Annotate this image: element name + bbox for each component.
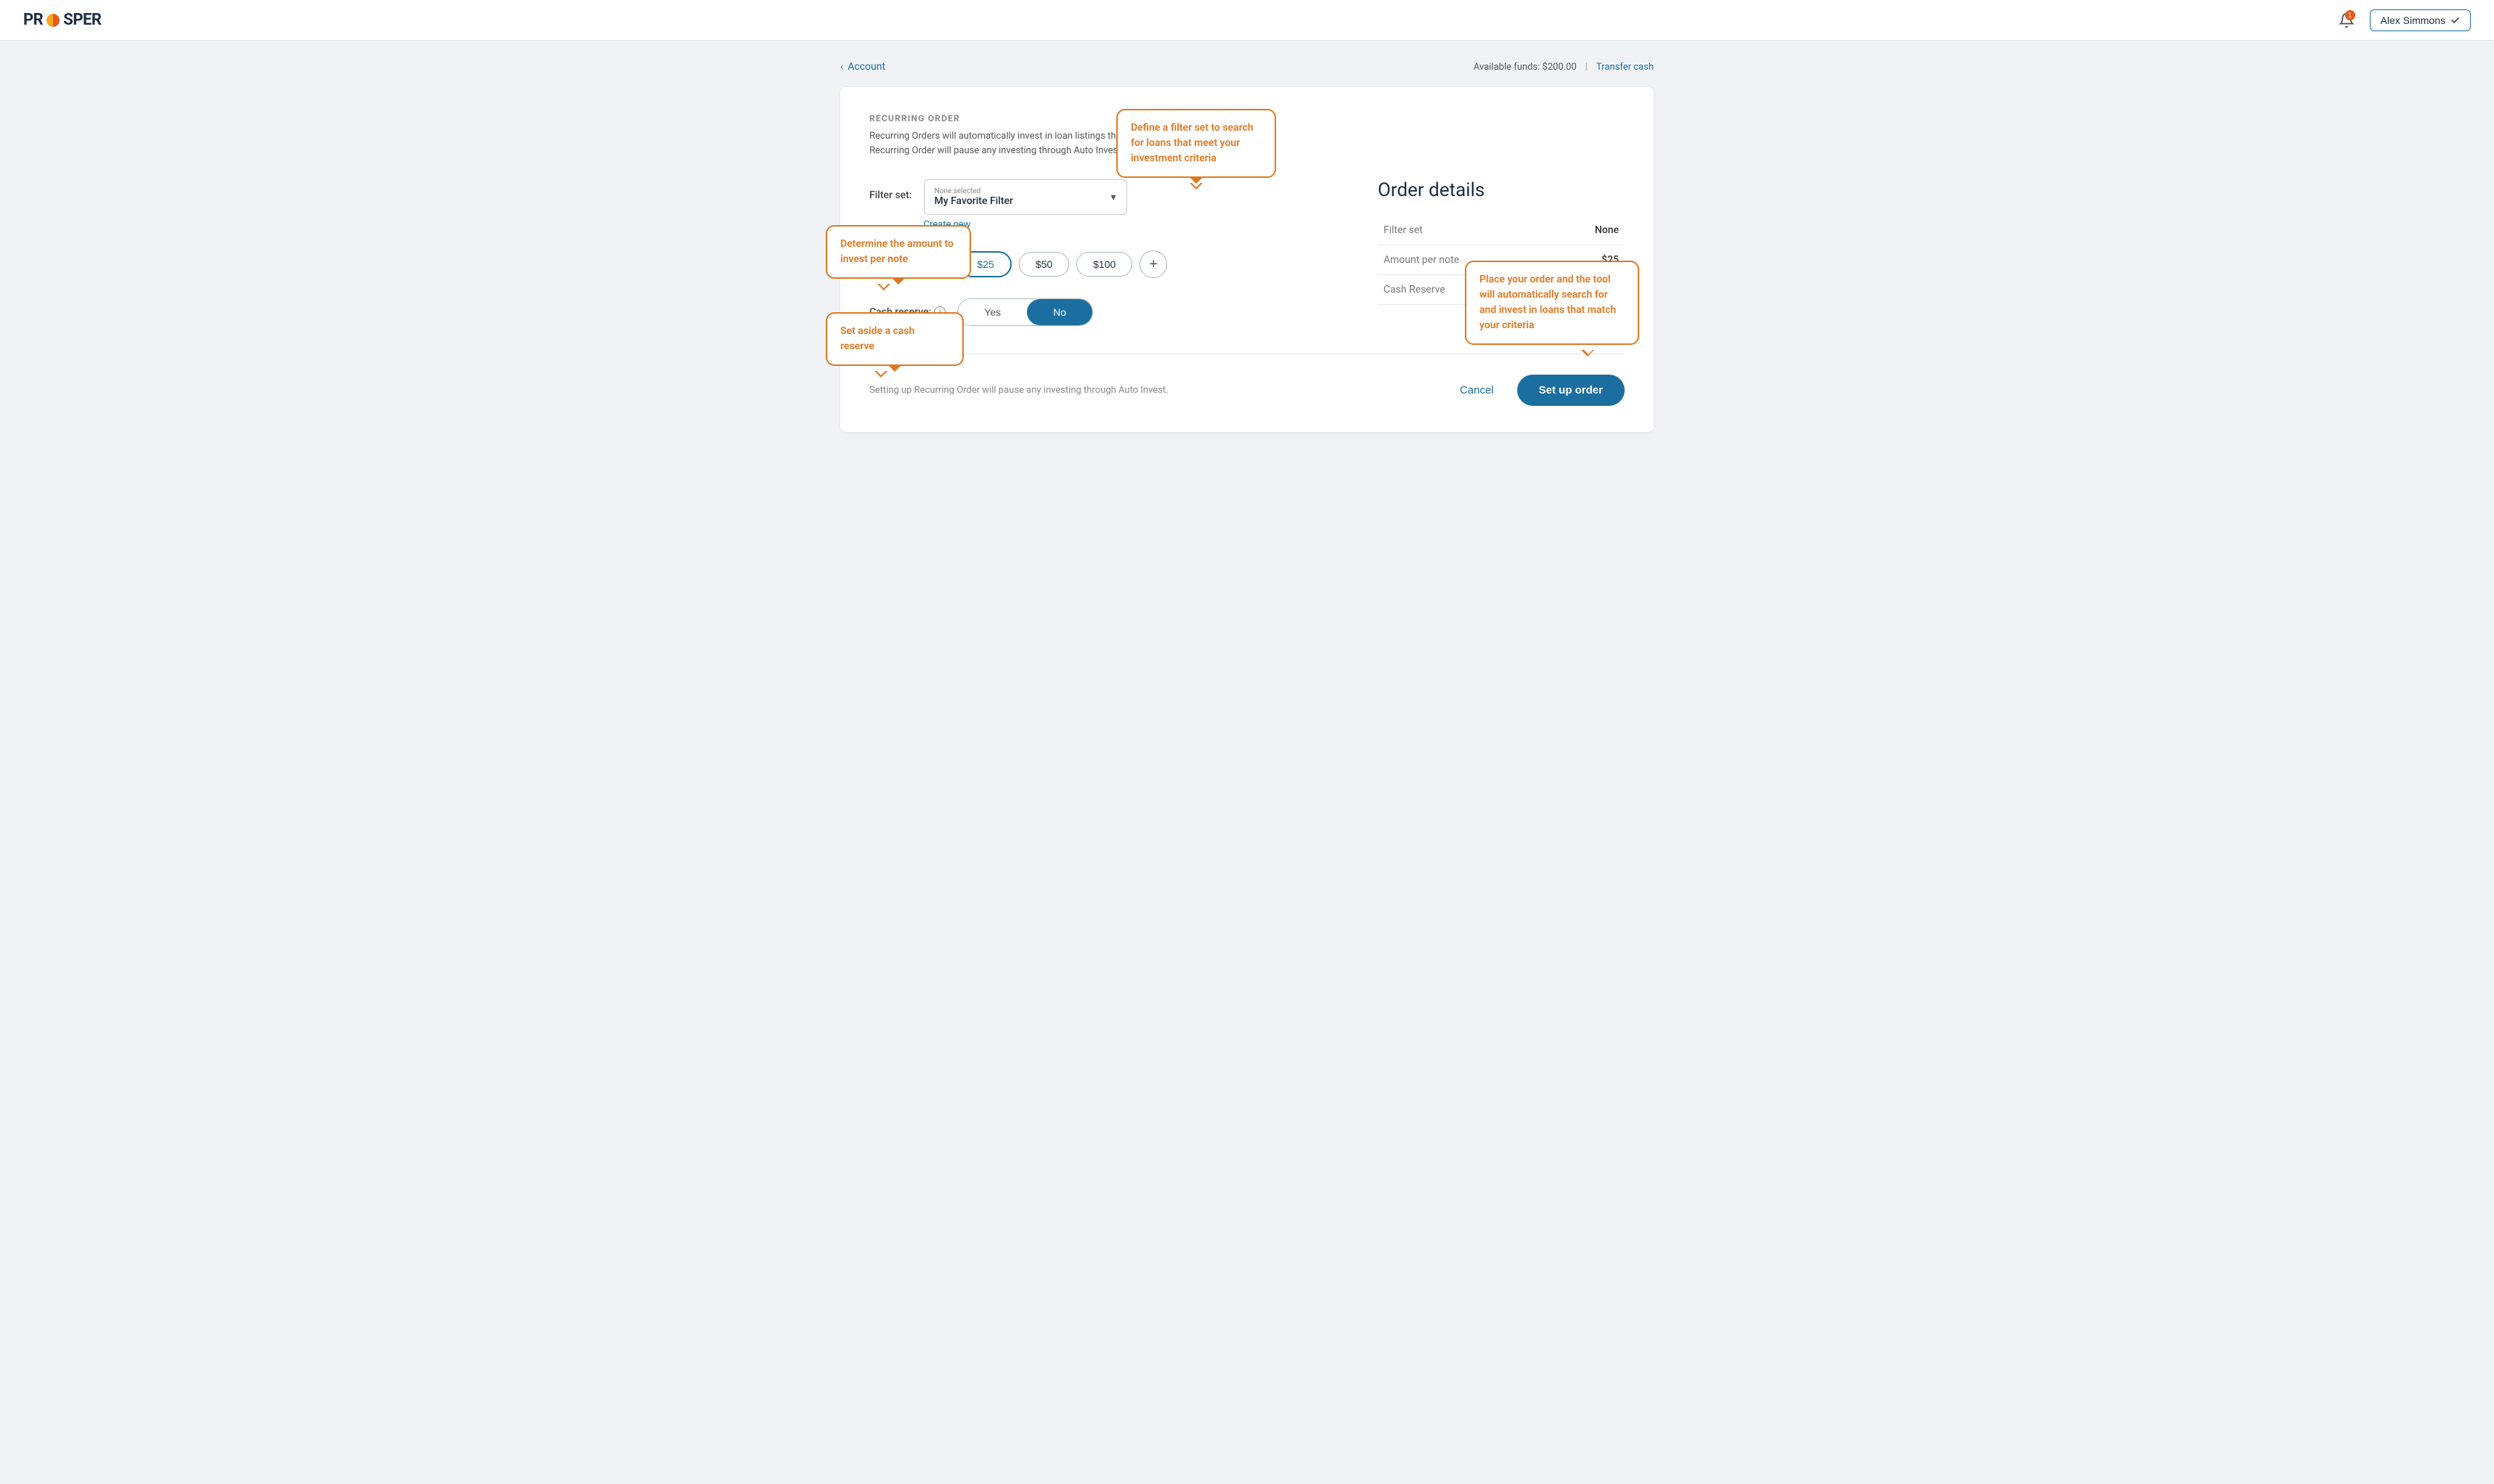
breadcrumb-label: Account	[848, 61, 885, 73]
breadcrumb[interactable]: ‹ Account	[840, 61, 885, 73]
filter-sublabel: None selected	[935, 187, 1013, 195]
dropdown-arrow-icon: ▾	[1110, 192, 1116, 203]
separator: |	[1585, 62, 1588, 73]
logo: PR SPER	[23, 11, 101, 29]
table-row: Filter set None	[1378, 216, 1625, 245]
footer-actions: Cancel Set up order	[1448, 375, 1625, 406]
filter-value: My Favorite Filter	[935, 195, 1013, 207]
filter-set-label: Filter set:	[869, 179, 912, 201]
user-name: Alex Simmons	[2381, 15, 2445, 26]
cash-reserve-toggle: Yes No	[957, 298, 1093, 326]
amount-50-button[interactable]: $50	[1019, 252, 1069, 277]
notification-badge: 1	[2345, 10, 2355, 20]
main-content: ‹ Account Available funds: $200.00 | Tra…	[811, 41, 1683, 452]
filter-dropdown-label: None selected My Favorite Filter	[935, 187, 1013, 207]
tooltip-reserve: Set aside a cash reserve	[826, 312, 964, 366]
cancel-button[interactable]: Cancel	[1448, 377, 1506, 404]
cash-reserve-no-button[interactable]: No	[1027, 299, 1092, 325]
filter-dropdown[interactable]: None selected My Favorite Filter ▾	[924, 179, 1127, 215]
amount-options: $25 $50 $100 +	[959, 250, 1167, 278]
notification-button[interactable]: 1	[2335, 9, 2358, 32]
logo-text-after: SPER	[63, 11, 101, 29]
user-menu-button[interactable]: Alex Simmons	[2370, 9, 2471, 31]
tooltip-amount: Determine the amount to invest per note	[826, 225, 971, 279]
available-funds-label: Available funds: $200.00	[1474, 62, 1577, 73]
header: PR SPER 1 Alex Simmons	[0, 0, 2494, 41]
setup-order-button[interactable]: Set up order	[1517, 375, 1625, 406]
card-footer: Setting up Recurring Order will pause an…	[869, 354, 1625, 406]
card: Define a filter set to search for loans …	[840, 87, 1654, 432]
tooltip-order: Place your order and the tool will autom…	[1465, 261, 1639, 345]
amount-100-button[interactable]: $100	[1076, 252, 1132, 277]
add-amount-button[interactable]: +	[1140, 250, 1167, 278]
order-detail-filter-label: Filter set	[1378, 216, 1553, 245]
order-details-title: Order details	[1378, 179, 1625, 201]
transfer-cash-link[interactable]: Transfer cash	[1596, 62, 1654, 73]
filter-set-row: Filter set: None selected My Favorite Fi…	[869, 179, 1349, 230]
logo-circle-icon	[46, 14, 60, 27]
available-funds: Available funds: $200.00 | Transfer cash	[1474, 62, 1654, 73]
footer-note: Setting up Recurring Order will pause an…	[869, 385, 1169, 396]
cash-reserve-yes-button[interactable]: Yes	[958, 299, 1027, 325]
tooltip-filter: Define a filter set to search for loans …	[1116, 109, 1276, 178]
logo-text-before: PR	[23, 11, 43, 29]
breadcrumb-arrow: ‹	[840, 61, 843, 73]
breadcrumb-row: ‹ Account Available funds: $200.00 | Tra…	[840, 61, 1654, 73]
header-right: 1 Alex Simmons	[2335, 9, 2471, 32]
order-detail-filter-value: None	[1553, 216, 1625, 245]
chevron-down-icon	[2451, 15, 2459, 23]
